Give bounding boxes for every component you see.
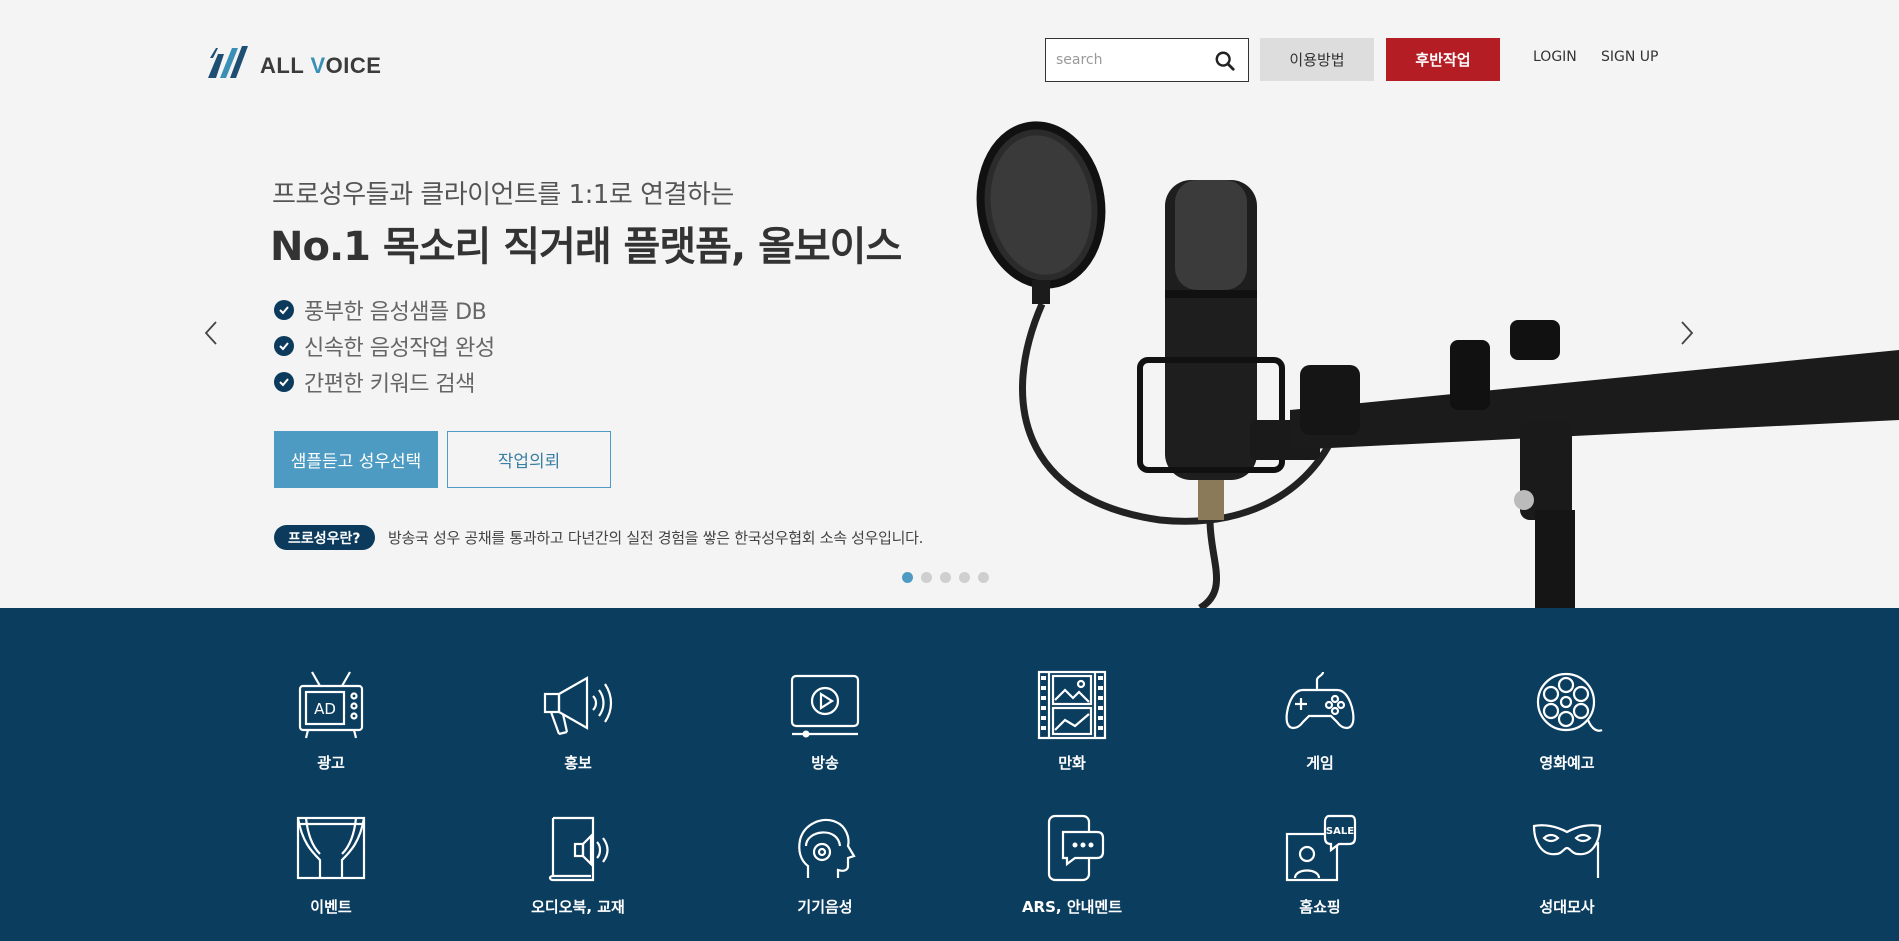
feature-item: 신속한 음성작업 완성 [274,328,495,364]
category-label: 이벤트 [310,898,352,916]
category-audiobook[interactable]: 오디오북, 교재 [478,812,678,917]
hero-subtitle: 프로성우들과 클라이언트를 1:1로 연결하는 [272,180,734,210]
post-production-button[interactable]: 후반작업 [1386,38,1500,81]
film-reel-icon [1536,672,1603,732]
prev-slide-arrow-icon[interactable] [200,318,224,348]
category-label: 만화 [1058,754,1086,772]
search-icon[interactable] [1214,50,1236,72]
hero-title: No.1 목소리 직거래 플랫폼, 올보이스 [270,224,902,270]
pro-voice-description: 방송국 성우 공채를 통과하고 다년간의 실전 경험을 쌓은 한국성우협회 소속… [388,529,924,547]
feature-list: 풍부한 음성샘플 DB 신속한 음성작업 완성 간편한 키워드 검색 [274,292,495,400]
head-headphones-icon [798,818,856,878]
microphone-image [976,121,1899,608]
gamepad-icon [1285,671,1355,730]
category-label: 오디오북, 교재 [531,898,625,916]
category-label: 홈쇼핑 [1299,898,1341,916]
category-label: 기기음성 [797,898,853,916]
megaphone-icon [543,676,613,736]
audiobook-icon [548,816,609,882]
login-link[interactable]: LOGIN [1533,49,1577,65]
category-movie-trailer[interactable]: 영화예고 [1467,668,1667,773]
category-device-voice[interactable]: 기기음성 [725,812,925,917]
svg-text:AD: AD [314,700,336,718]
category-label: 성대모사 [1539,898,1595,916]
category-promo[interactable]: 홍보 [478,668,678,773]
check-icon [274,336,294,356]
tv-ad-icon: AD [298,671,364,739]
check-icon [274,372,294,392]
category-label: ARS, 안내멘트 [1021,898,1123,916]
category-label: 영화예고 [1539,754,1595,772]
category-ars[interactable]: ARS, 안내멘트 [972,812,1172,917]
logo-mark-icon [208,46,248,78]
phone-chat-icon [1047,814,1105,882]
video-play-icon [790,674,860,738]
category-event[interactable]: 이벤트 [231,812,431,917]
category-label: 게임 [1306,754,1334,772]
slide-dot[interactable] [902,572,913,583]
logo-text: ALL VOICE [260,53,382,78]
slide-dot[interactable] [940,572,951,583]
category-label: 광고 [317,754,345,772]
search-box [1045,38,1249,82]
category-game[interactable]: 게임 [1220,668,1420,773]
howto-button[interactable]: 이용방법 [1260,38,1374,81]
mask-icon [1532,824,1602,878]
signup-link[interactable]: SIGN UP [1601,49,1658,65]
sample-select-button[interactable]: 샘플듣고 성우선택 [274,431,438,488]
category-label: 홍보 [564,754,592,772]
logo[interactable]: ALL VOICE [206,44,381,80]
film-strip-icon [1037,670,1107,740]
sale-presenter-icon: SALE [1285,814,1357,882]
category-home-shopping[interactable]: SALE 홈쇼핑 [1220,812,1420,917]
category-comic[interactable]: 만화 [972,668,1172,773]
stage-curtain-icon [296,816,366,880]
work-request-button[interactable]: 작업의뢰 [447,431,611,488]
category-band: AD 광고 홍보 방송 만화 게임 영화예고 이벤트 오디오북, 교재 기기음성… [0,608,1899,941]
category-impression[interactable]: 성대모사 [1467,812,1667,917]
svg-text:SALE: SALE [1326,826,1354,837]
check-icon [274,300,294,320]
slide-dot[interactable] [921,572,932,583]
feature-item: 풍부한 음성샘플 DB [274,292,495,328]
feature-item: 간편한 키워드 검색 [274,364,495,400]
search-input[interactable] [1056,39,1206,81]
category-label: 방송 [811,754,839,772]
category-broadcast[interactable]: 방송 [725,668,925,773]
category-ad[interactable]: AD 광고 [231,668,431,773]
pro-voice-badge: 프로성우란? [274,525,375,550]
